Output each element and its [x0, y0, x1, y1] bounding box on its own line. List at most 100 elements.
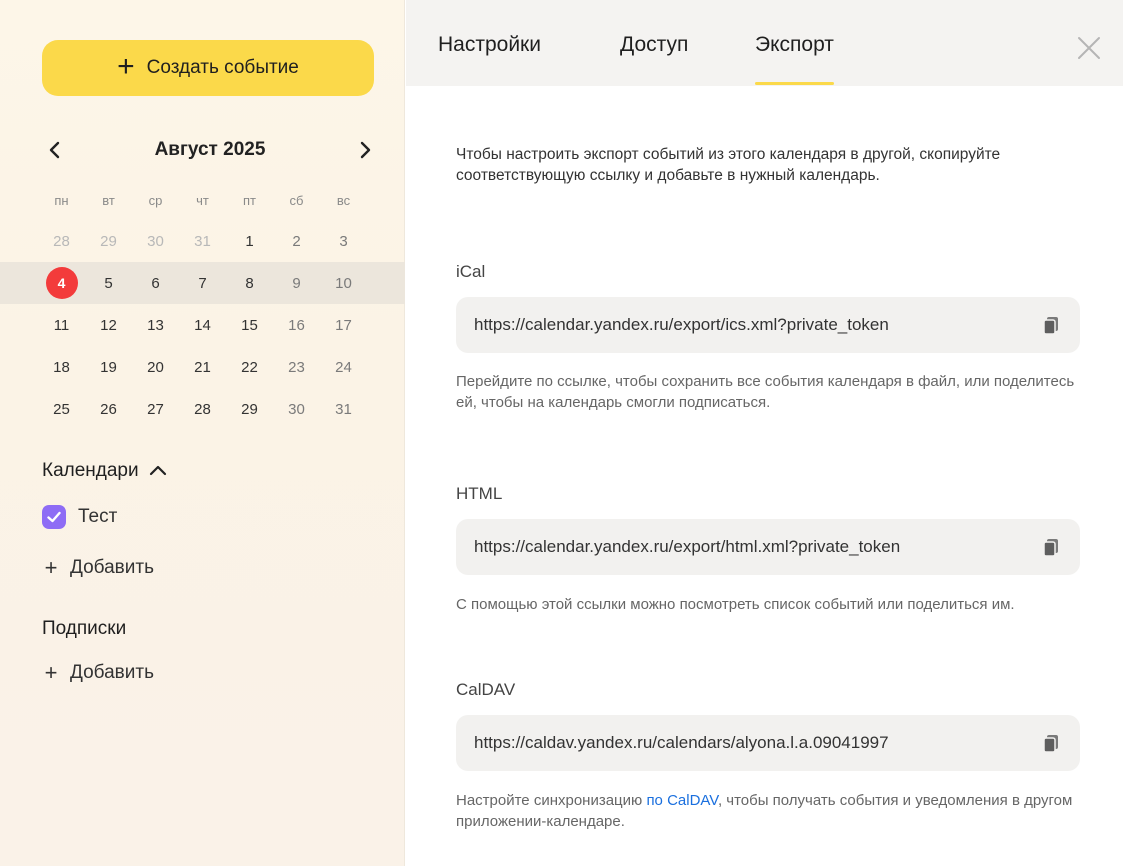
weekday-label: ср	[148, 192, 163, 208]
export-intro-text: Чтобы настроить экспорт событий из этого…	[456, 146, 1001, 184]
ical-url[interactable]: https://calendar.yandex.ru/export/ics.xm…	[474, 315, 1032, 335]
html-url[interactable]: https://calendar.yandex.ru/export/html.x…	[474, 537, 1032, 557]
calendar-day[interactable]: 13	[132, 317, 179, 334]
chevron-left-icon	[49, 141, 60, 159]
calendar-day[interactable]: 11	[38, 317, 85, 334]
subscriptions-section-title: Подписки	[42, 618, 127, 639]
ical-url-field[interactable]: https://calendar.yandex.ru/export/ics.xm…	[456, 297, 1080, 353]
calendar-week-row: 28 29 30 31 1 2 3	[38, 220, 368, 262]
calendar-day[interactable]: 23	[273, 359, 320, 376]
calendar-checkbox[interactable]	[42, 505, 66, 529]
calendar-day[interactable]: 28	[38, 233, 85, 250]
calendar-day[interactable]: 29	[226, 401, 273, 418]
plus-icon: +	[117, 49, 135, 83]
check-icon	[47, 511, 61, 523]
create-event-button[interactable]: + Создать событие	[42, 40, 374, 96]
calendar-day[interactable]: 21	[179, 359, 226, 376]
calendar-day[interactable]: 9	[273, 275, 320, 292]
chevron-up-icon[interactable]	[149, 462, 167, 480]
calendar-day[interactable]: 3	[320, 233, 367, 250]
calendar-day[interactable]: 25	[38, 401, 85, 418]
calendar-day[interactable]: 2	[273, 233, 320, 250]
calendar-item-label: Тест	[78, 506, 118, 527]
calendar-day[interactable]: 6	[132, 275, 179, 292]
copy-icon[interactable]	[1040, 314, 1062, 336]
month-title: Август 2025	[154, 139, 266, 160]
close-button[interactable]	[1075, 34, 1103, 62]
calendar-day[interactable]: 26	[85, 401, 132, 418]
calendar-item-test[interactable]: Тест	[42, 505, 117, 529]
html-label: HTML	[456, 484, 503, 503]
add-subscription-link[interactable]: + Добавить	[42, 660, 154, 686]
copy-icon[interactable]	[1040, 732, 1062, 754]
tab-access[interactable]: Доступ	[620, 33, 688, 57]
weekday-row: пн вт ср чт пт сб вс	[38, 180, 368, 220]
mini-calendar-header: Август 2025	[40, 132, 380, 168]
html-url-field[interactable]: https://calendar.yandex.ru/export/html.x…	[456, 519, 1080, 575]
calendar-day[interactable]: 14	[179, 317, 226, 334]
weekday-label: пн	[54, 192, 69, 208]
calendar-week-row: 18 19 20 21 22 23 24	[38, 346, 368, 388]
create-event-label: Создать событие	[146, 57, 299, 78]
calendar-day[interactable]: 31	[179, 233, 226, 250]
calendar-day[interactable]: 22	[226, 359, 273, 376]
calendar-day[interactable]: 18	[38, 359, 85, 376]
calendar-day[interactable]: 1	[226, 233, 273, 250]
calendar-day[interactable]: 24	[320, 359, 367, 376]
calendar-day[interactable]: 30	[132, 233, 179, 250]
sidebar: + Создать событие Август 2025 пн вт ср ч…	[0, 0, 405, 866]
calendars-section-header[interactable]: Календари	[42, 460, 167, 482]
calendar-day[interactable]: 12	[85, 317, 132, 334]
calendar-day[interactable]: 15	[226, 317, 273, 334]
calendar-day[interactable]: 29	[85, 233, 132, 250]
calendar-week-row: 25 26 27 28 29 30 31	[38, 388, 368, 430]
caldav-url[interactable]: https://caldav.yandex.ru/calendars/alyon…	[474, 733, 1032, 753]
add-subscription-label: Добавить	[70, 662, 154, 683]
calendar-day[interactable]: 7	[179, 275, 226, 292]
calendar-day[interactable]: 17	[320, 317, 367, 334]
calendar-day[interactable]: 27	[132, 401, 179, 418]
weekday-label: вт	[102, 192, 115, 208]
plus-icon: +	[44, 660, 58, 685]
caldav-label: CalDAV	[456, 680, 516, 699]
caldav-hint-text: Настройте синхронизацию	[456, 792, 647, 809]
calendar-day[interactable]: 10	[320, 275, 367, 292]
calendars-section-title: Календари	[42, 460, 139, 481]
next-month-button[interactable]	[350, 135, 380, 165]
weekday-label: чт	[196, 192, 209, 208]
caldav-hint: Настройте синхронизацию по CalDAV, чтобы…	[456, 790, 1088, 832]
mini-calendar-grid: пн вт ср чт пт сб вс 28 29 30 31 1 2 3 4 5 6 7 8 9 10…	[0, 180, 405, 430]
calendar-day[interactable]: 8	[226, 275, 273, 292]
calendar-week-row: 4 5 6 7 8 9 10	[0, 262, 405, 304]
calendar-day[interactable]: 5	[85, 275, 132, 292]
calendar-day[interactable]: 30	[273, 401, 320, 418]
calendar-day[interactable]: 28	[179, 401, 226, 418]
add-calendar-label: Добавить	[70, 557, 154, 578]
panel-header: Настройки Доступ Экспорт	[406, 0, 1123, 86]
caldav-link[interactable]: по CalDAV	[646, 792, 718, 809]
calendar-day[interactable]: 20	[132, 359, 179, 376]
close-icon	[1078, 37, 1100, 59]
weekday-label: вс	[336, 192, 351, 208]
calendar-day[interactable]: 16	[273, 317, 320, 334]
subscriptions-section-header: Подписки	[42, 618, 126, 640]
chevron-right-icon	[360, 141, 371, 159]
tab-settings[interactable]: Настройки	[438, 33, 541, 57]
weekday-label: сб	[289, 192, 304, 208]
calendar-day[interactable]: 4	[38, 267, 85, 299]
calendar-day[interactable]: 19	[85, 359, 132, 376]
tab-export[interactable]: Экспорт	[755, 33, 834, 85]
calendar-settings-panel: Настройки Доступ Экспорт Чтобы настроить…	[406, 0, 1123, 866]
caldav-url-field[interactable]: https://caldav.yandex.ru/calendars/alyon…	[456, 715, 1080, 771]
copy-icon[interactable]	[1040, 536, 1062, 558]
prev-month-button[interactable]	[40, 135, 70, 165]
html-hint: С помощью этой ссылки можно посмотреть с…	[456, 596, 1015, 613]
add-calendar-link[interactable]: + Добавить	[42, 555, 154, 581]
weekday-label: пт	[243, 192, 256, 208]
plus-icon: +	[44, 555, 58, 580]
ical-label: iCal	[456, 262, 486, 281]
ical-hint: Перейдите по ссылке, чтобы сохранить все…	[456, 373, 1075, 411]
calendar-day[interactable]: 31	[320, 401, 367, 418]
calendar-week-row: 11 12 13 14 15 16 17	[38, 304, 368, 346]
today-marker: 4	[45, 267, 78, 299]
